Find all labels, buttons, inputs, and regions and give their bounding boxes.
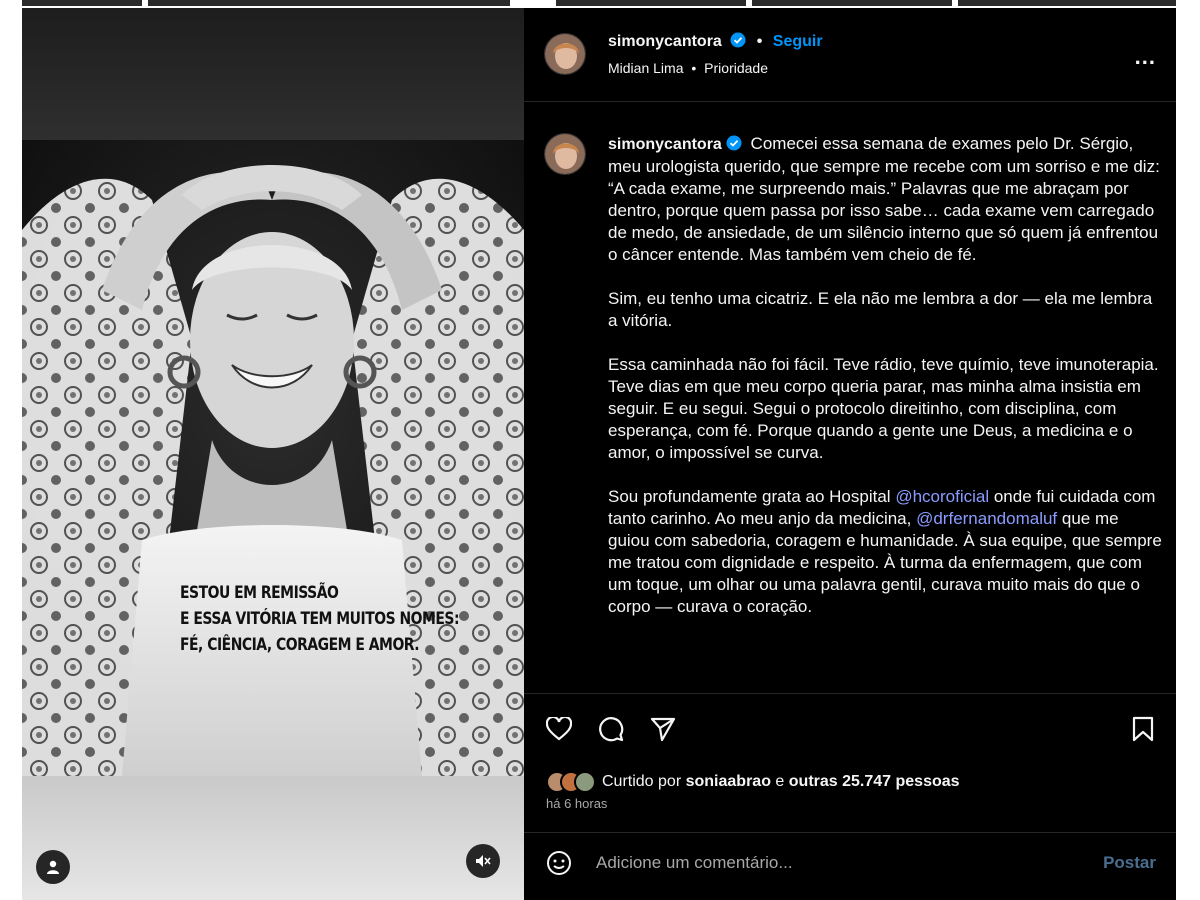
caption-paragraph: Sou profundamente grata ao Hospital @hco… <box>608 486 1162 618</box>
top-strip <box>0 0 1200 8</box>
emoji-button[interactable] <box>544 848 574 878</box>
caption-text: Sou profundamente grata ao Hospital <box>608 487 896 506</box>
likes-summary[interactable]: Curtido por soniaabrao e outras 25.747 p… <box>546 771 960 793</box>
post-details-panel: simonycantora • Seguir Midian Lima • Pri… <box>524 8 1176 900</box>
page-margin <box>1176 8 1200 900</box>
avatar-image <box>545 134 585 174</box>
mention-link[interactable]: @drfernandomaluf <box>916 509 1057 528</box>
liked-prefix: Curtido por <box>602 773 682 790</box>
photo-overlay-text: ESTOU EM REMISSÃO E ESSA VITÓRIA TEM MUI… <box>180 580 460 658</box>
post-caption: simonycantora Comecei essa semana de exa… <box>608 133 1162 640</box>
heart-icon <box>546 717 572 741</box>
mute-button[interactable] <box>466 844 500 878</box>
bookmark-icon <box>1132 716 1154 742</box>
media-top-background <box>22 8 524 140</box>
separator-dot: • <box>756 33 763 50</box>
caption-text: Comecei essa semana de exames pelo Dr. S… <box>608 134 1160 264</box>
thumbnail-strip <box>556 0 746 6</box>
thumbnail-strip <box>22 0 142 6</box>
send-icon <box>650 717 676 742</box>
emoji-smile-icon <box>547 851 571 875</box>
caption-author-avatar[interactable] <box>544 133 586 175</box>
comment-input[interactable]: Adicione um comentário... <box>596 853 793 873</box>
follow-button[interactable]: Seguir <box>773 33 823 50</box>
overlay-line: ESTOU EM REMISSÃO <box>180 583 339 603</box>
post-timestamp[interactable]: há 6 horas <box>546 796 607 811</box>
audio-title: Prioridade <box>704 60 768 76</box>
comment-bubble-icon <box>599 717 624 742</box>
separator-dot: • <box>691 60 697 76</box>
comment-bar: Adicione um comentário... Postar <box>524 832 1176 894</box>
caption-paragraph: simonycantora Comecei essa semana de exa… <box>608 133 1162 266</box>
liker-avatars <box>546 771 596 793</box>
liker-avatar <box>574 771 596 793</box>
caption-username[interactable]: simonycantora <box>608 136 722 153</box>
liked-and: e <box>775 773 785 790</box>
verified-badge-icon <box>726 135 742 151</box>
author-avatar[interactable] <box>544 33 586 75</box>
audio-info[interactable]: Midian Lima • Prioridade <box>608 60 768 76</box>
like-button[interactable] <box>544 714 574 744</box>
post-header: simonycantora • Seguir Midian Lima • Pri… <box>524 8 1176 102</box>
media-bottom-background <box>22 776 524 900</box>
author-username[interactable]: simonycantora <box>608 33 722 50</box>
share-button[interactable] <box>648 714 678 744</box>
post-actions: Curtido por soniaabrao e outras 25.747 p… <box>524 693 1176 893</box>
audio-artist: Midian Lima <box>608 60 684 76</box>
caption-paragraph: Essa caminhada não foi fácil. Teve rádio… <box>608 355 1159 462</box>
muted-speaker-icon <box>476 855 491 867</box>
post-comment-button[interactable]: Postar <box>1103 853 1156 873</box>
header-title-row: simonycantora • Seguir <box>608 32 823 51</box>
photo-illustration <box>22 140 524 776</box>
liked-others[interactable]: outras 25.747 pessoas <box>789 773 960 791</box>
tagged-users-button[interactable] <box>36 850 70 884</box>
post-photo[interactable]: ESTOU EM REMISSÃO E ESSA VITÓRIA TEM MUI… <box>22 140 524 776</box>
user-icon <box>47 860 59 874</box>
more-options-button[interactable]: ... <box>1135 44 1156 70</box>
caption-scroll-area[interactable]: simonycantora Comecei essa semana de exa… <box>524 103 1176 693</box>
liked-user[interactable]: soniaabrao <box>686 773 771 791</box>
caption-paragraph: Sim, eu tenho uma cicatriz. E ela não me… <box>608 289 1153 330</box>
post-media[interactable]: ESTOU EM REMISSÃO E ESSA VITÓRIA TEM MUI… <box>22 8 524 900</box>
avatar-image <box>545 34 585 74</box>
save-button[interactable] <box>1128 714 1158 744</box>
overlay-line: E ESSA VITÓRIA TEM MUITOS NOMES: <box>180 609 460 629</box>
thumbnail-strip <box>148 0 510 6</box>
comment-button[interactable] <box>596 714 626 744</box>
thumbnail-strip <box>958 0 1176 6</box>
verified-badge-icon <box>730 32 746 48</box>
mention-link[interactable]: @hcoroficial <box>895 487 989 506</box>
overlay-line: FÉ, CIÊNCIA, CORAGEM E AMOR. <box>180 635 420 655</box>
thumbnail-strip <box>752 0 952 6</box>
